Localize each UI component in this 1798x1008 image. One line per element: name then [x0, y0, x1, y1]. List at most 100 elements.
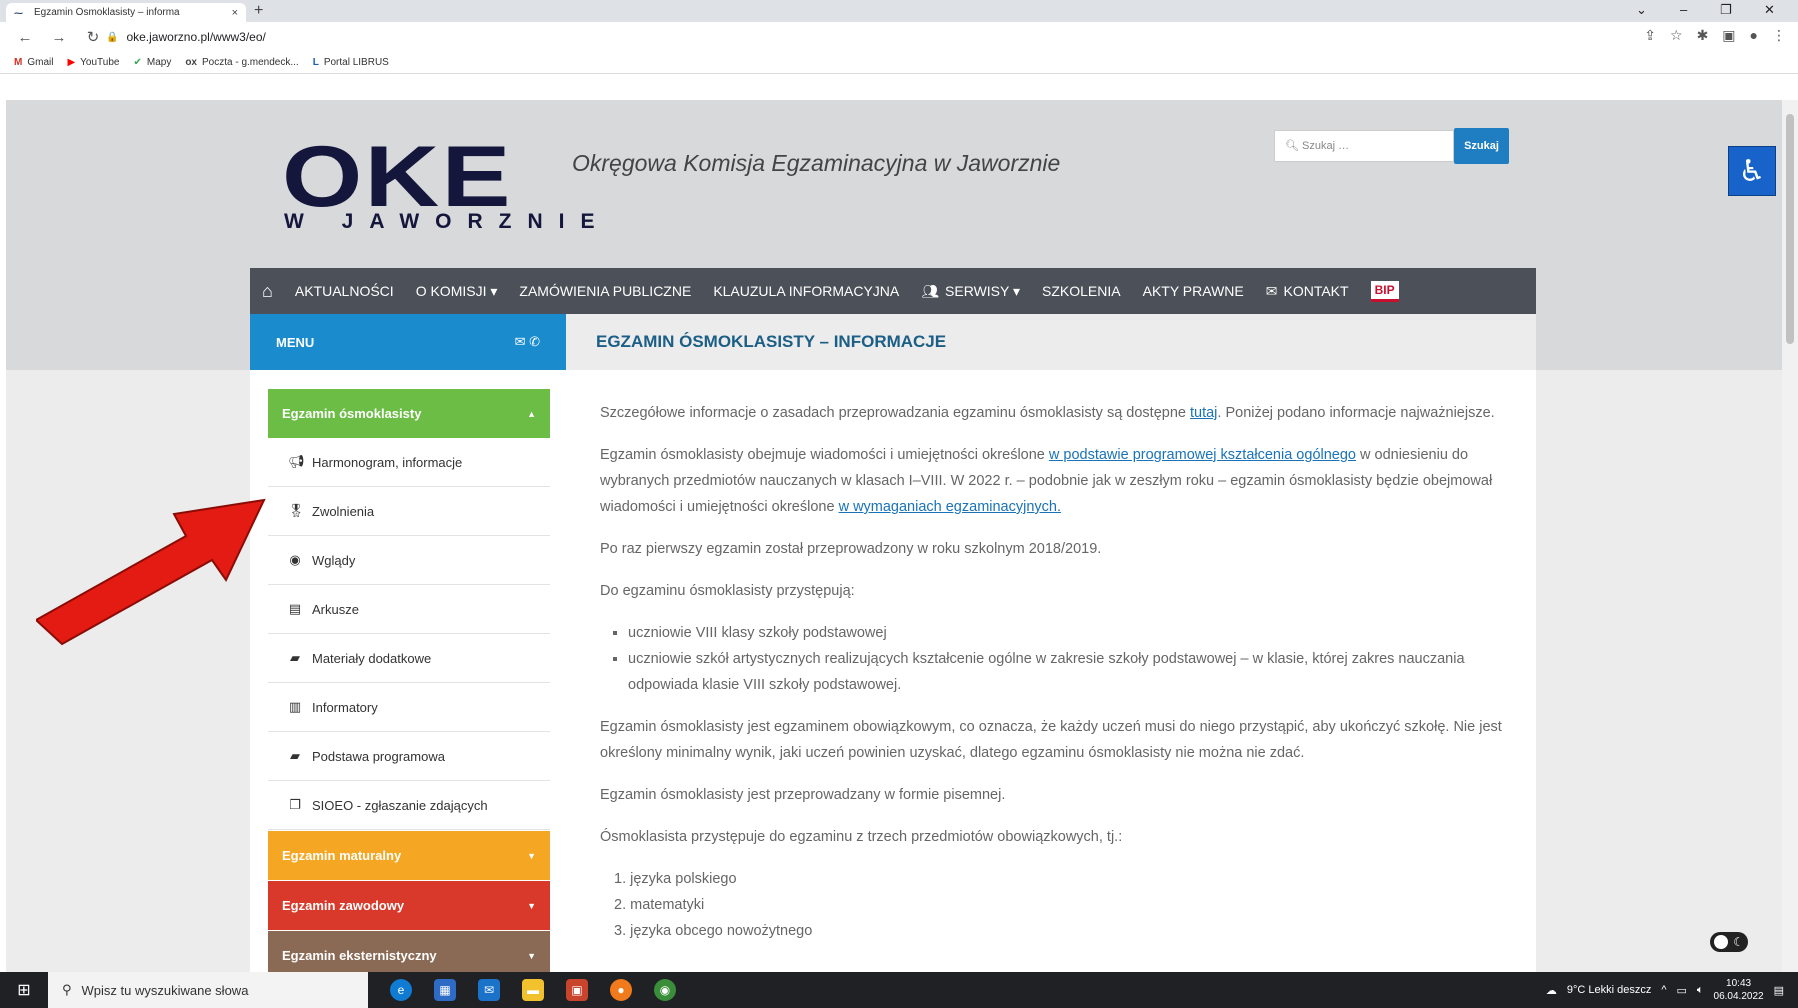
podstawa-programowa-link[interactable]: w podstawie programowej kształcenia ogól… [1049, 447, 1356, 463]
more-menu-icon[interactable]: ⋮ [1772, 27, 1786, 44]
clock[interactable]: 10:43 06.04.2022 [1714, 977, 1764, 1003]
nav-kontakt[interactable]: ✉ KONTAKT [1266, 283, 1349, 300]
sidepanel-icon[interactable]: ▣ [1722, 27, 1735, 44]
dark-mode-toggle[interactable]: ☾ [1710, 932, 1748, 952]
new-tab-button[interactable]: + [254, 2, 263, 20]
bookmark-librus[interactable]: L Portal LIBRUS [313, 57, 389, 68]
page-scrollbar[interactable] [1782, 100, 1798, 972]
tutaj-link[interactable]: tutaj [1190, 405, 1217, 421]
nav-aktualnosci[interactable]: AKTUALNOŚCI [295, 283, 394, 299]
forward-icon[interactable]: → [50, 29, 68, 46]
search-button[interactable]: Szukaj [1454, 128, 1509, 164]
list-item: 1. języka polskiego [614, 871, 737, 887]
article-content: Szczegółowe informacje o zasadach przepr… [600, 400, 1510, 944]
sidebar-section-egzamin-zawodowy[interactable]: Egzamin zawodowy ▼ [268, 881, 550, 930]
chevron-down-icon: ▼ [527, 900, 536, 911]
nav-klauzula[interactable]: KLAUZULA INFORMACYJNA [713, 283, 899, 299]
text-span: Szczegółowe informacje o zasadach przepr… [600, 405, 1190, 421]
book-icon: ▰ [290, 748, 300, 763]
sidebar-section-egzamin-eksternistyczny[interactable]: Egzamin eksternistyczny ▼ [268, 931, 550, 972]
back-icon[interactable]: ← [16, 29, 34, 46]
taskbar-apps: e ▦ ✉ ▬ ▣ ● ◉ [390, 979, 676, 1001]
search-input[interactable]: 🔍︎ Szukaj … [1274, 130, 1454, 162]
megaphone-icon: 📢︎ [288, 454, 305, 469]
windows-start-icon[interactable]: ⊞ [0, 980, 48, 1000]
taskbar-search-input[interactable]: ⚲ Wpisz tu wyszukiwane słowa [48, 972, 368, 1008]
office-icon[interactable]: ▣ [566, 979, 588, 1001]
tray-chevron-icon[interactable]: ^ [1661, 984, 1666, 996]
home-icon[interactable]: ⌂ [262, 281, 273, 302]
notifications-icon[interactable]: ▤ [1774, 984, 1784, 997]
list-item: 3. języka obcego nowożytnego [614, 923, 813, 939]
search-icon: ⚲ [62, 982, 72, 997]
nav-serwisy[interactable]: 👥︎ SERWISY ▾ [921, 283, 1020, 300]
sidebar-item-zwolnienia[interactable]: 🎖︎ Zwolnienia [268, 487, 550, 536]
close-window-icon[interactable]: ✕ [1764, 2, 1775, 18]
oke-logo[interactable]: OKE [282, 134, 513, 220]
envelope-icon: ✉ [1265, 282, 1278, 299]
sidebar-item-sioeo[interactable]: ❐ SIOEO - zgłaszanie zdających [268, 781, 550, 830]
share-icon[interactable]: ⇪ [1644, 27, 1656, 44]
browser-tab[interactable]: ⁓ Egzamin Ósmoklasisty – informa × [6, 3, 246, 22]
article-paragraph: Do egzaminu ósmoklasisty przystępują: [600, 583, 855, 599]
edge-icon[interactable]: e [390, 979, 412, 1001]
gmail-icon: M [14, 57, 23, 68]
clock-time: 10:43 [1726, 978, 1752, 989]
store-icon[interactable]: ▦ [434, 979, 456, 1001]
sidebar-item-informatory[interactable]: ▥ Informatory [268, 683, 550, 732]
sidebar-item-label: Harmonogram, informacje [312, 454, 463, 470]
sidebar-item-label: Zwolnienia [312, 503, 375, 519]
librus-icon: L [312, 57, 319, 68]
participants-list: uczniowie VIII klasy szkoły podstawowej … [628, 620, 1510, 698]
url-field[interactable]: 🔒 oke.jaworzno.pl/www3/eo/ [106, 25, 1596, 49]
mail-icon[interactable]: ✉ [478, 979, 500, 1001]
nav-zamowienia[interactable]: ZAMÓWIENIA PUBLICZNE [519, 283, 691, 299]
url-text: oke.jaworzno.pl/www3/eo/ [126, 30, 266, 44]
wymagania-link[interactable]: w wymaganiach egzaminacyjnych. [839, 499, 1061, 515]
tab-close-icon[interactable]: × [232, 7, 238, 19]
search-icon: 🔍︎ [1285, 140, 1303, 152]
nav-o-komisji[interactable]: O KOMISJI ▾ [416, 283, 498, 300]
weather-text[interactable]: 9°C Lekki deszcz [1567, 984, 1652, 996]
bookmark-poczta[interactable]: ox Poczta - g.mendeck... [185, 57, 298, 68]
text-span: . Poniżej podano informacje najważniejsz… [1217, 405, 1495, 421]
sidebar-section-egzamin-osmoklasisty[interactable]: Egzamin ósmoklasisty ▲ [268, 389, 550, 438]
scrollbar-thumb[interactable] [1786, 114, 1794, 344]
extensions-icon[interactable]: ✱ [1697, 27, 1709, 44]
volume-icon[interactable]: 🔈︎ [1697, 984, 1704, 997]
users-icon: 👥︎ [921, 282, 940, 299]
youtube-icon: ▶ [67, 57, 76, 68]
bookmark-label: Mapy [146, 57, 172, 68]
reload-icon[interactable]: ↻ [84, 28, 102, 46]
moon-icon: ☾ [1733, 935, 1744, 949]
tab-list-chevron-icon[interactable]: ⌄ [1636, 2, 1647, 18]
bip-logo[interactable]: BIP [1370, 280, 1399, 302]
network-icon[interactable]: ▭ [1677, 984, 1687, 997]
sidebar-item-wglady[interactable]: ◉ Wglądy [268, 536, 550, 585]
side-gap-left [6, 370, 250, 972]
accessibility-icon[interactable]: ♿︎ [1728, 146, 1776, 196]
restore-icon[interactable]: ❐ [1720, 2, 1732, 18]
bookmark-mapy[interactable]: ✔ Mapy [133, 57, 171, 68]
red-arrow-annotation [36, 498, 266, 646]
bookmark-gmail[interactable]: M Gmail [14, 57, 53, 68]
firefox-icon[interactable]: ● [610, 979, 632, 1001]
taskbar-search-placeholder: Wpisz tu wyszukiwane słowa [81, 982, 249, 998]
nav-akty-prawne[interactable]: AKTY PRAWNE [1143, 283, 1244, 299]
sidebar-item-materialy[interactable]: ▰ Materiały dodatkowe [268, 634, 550, 683]
minimize-icon[interactable]: – [1680, 2, 1687, 17]
bookmark-star-icon[interactable]: ☆ [1670, 27, 1683, 44]
nav-szkolenia[interactable]: SZKOLENIA [1042, 283, 1121, 299]
sidebar-item-arkusze[interactable]: ▤ Arkusze [268, 585, 550, 634]
system-tray: ☁ 9°C Lekki deszcz ^ ▭ 🔈︎ 10:43 06.04.20… [1546, 972, 1784, 1008]
contact-icons[interactable]: ✉ ✆ [515, 334, 540, 350]
article-paragraph: Po raz pierwszy egzamin został przeprowa… [600, 541, 1102, 557]
profile-icon[interactable]: ● [1750, 27, 1758, 44]
sidebar-item-harmonogram[interactable]: 📢︎ Harmonogram, informacje [268, 438, 550, 487]
bookmark-youtube[interactable]: ▶ YouTube [67, 57, 119, 68]
file-explorer-icon[interactable]: ▬ [522, 979, 544, 1001]
page-title: EGZAMIN ÓSMOKLASISTY – INFORMACJE [566, 314, 1536, 370]
sidebar-item-podstawa[interactable]: ▰ Podstawa programowa [268, 732, 550, 781]
sidebar-section-egzamin-maturalny[interactable]: Egzamin maturalny ▼ [268, 831, 550, 880]
chrome-icon[interactable]: ◉ [654, 979, 676, 1001]
